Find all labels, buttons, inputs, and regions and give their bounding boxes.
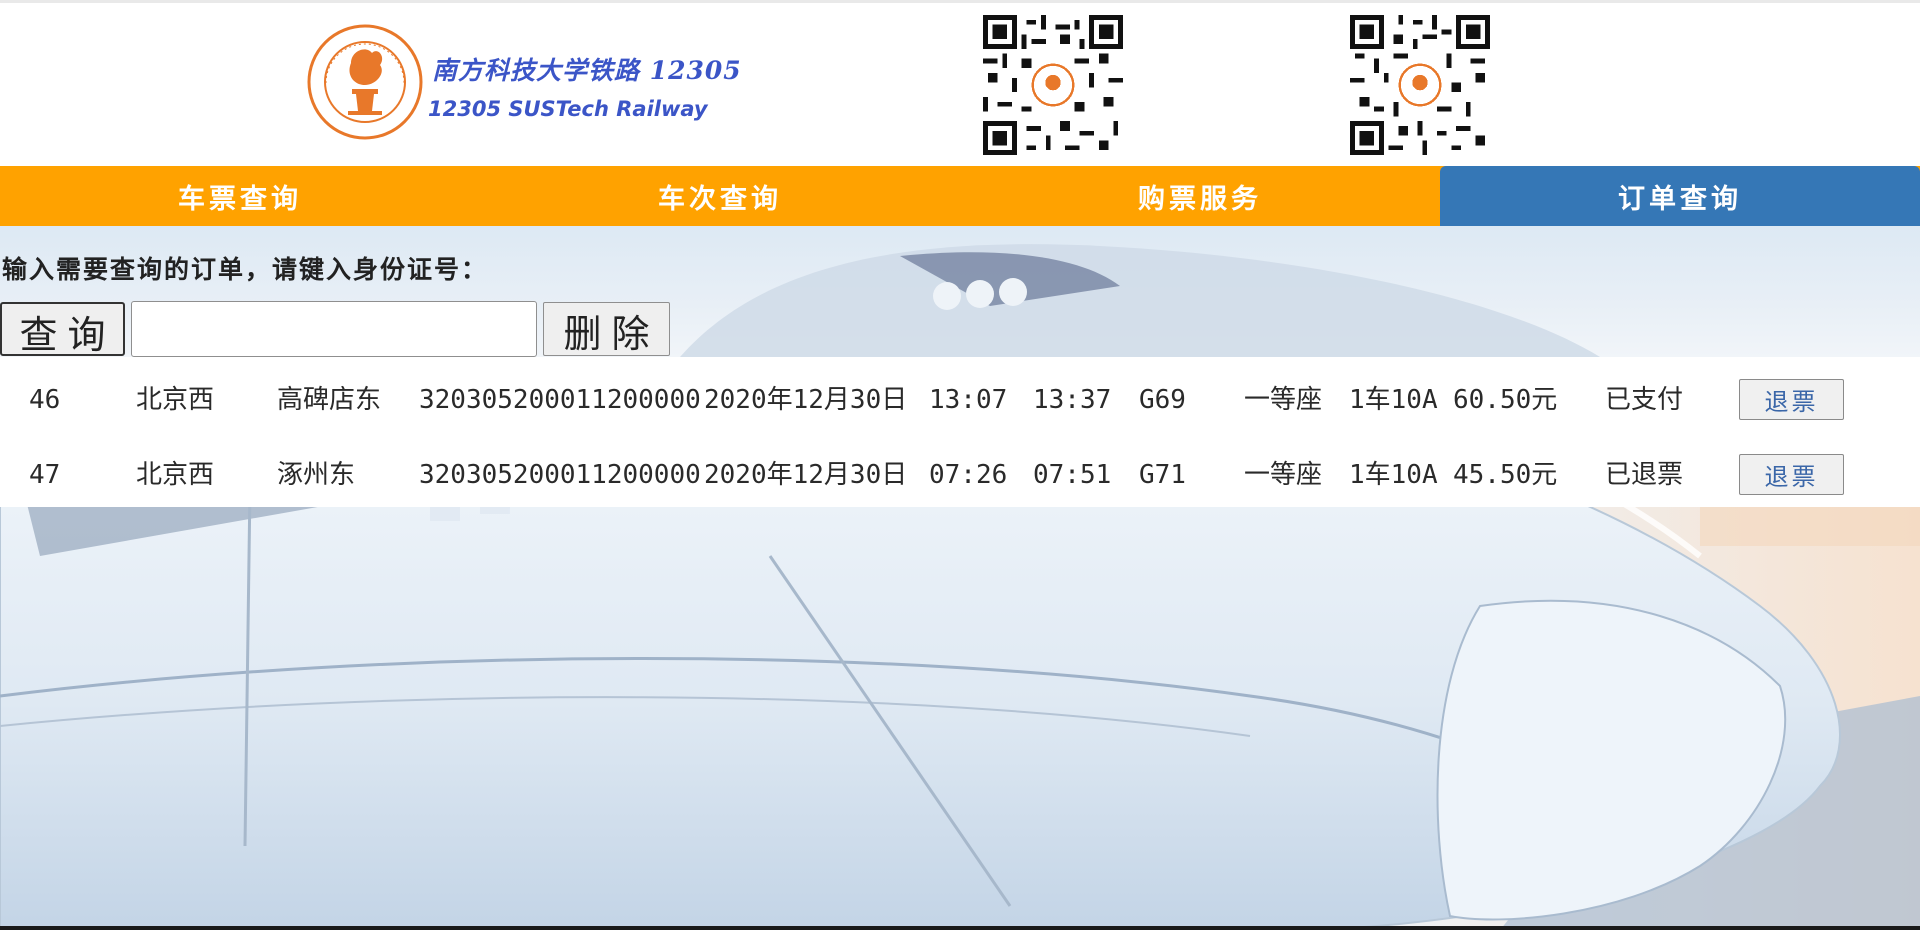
depart-time: 07:26	[929, 460, 1008, 490]
university-seal-icon	[307, 24, 423, 140]
travel-date: 2020年12月30日	[704, 385, 908, 415]
travel-date: 2020年12月30日	[704, 460, 908, 490]
seat-class: 一等座	[1244, 460, 1323, 490]
ticket-price: 60.50元	[1453, 385, 1558, 415]
table-row: 46 北京西 高碑店东 320305200011200000 2020年12月3…	[0, 370, 1920, 430]
nav-purchase-service[interactable]: 购票服务	[960, 166, 1440, 226]
seat-number: 1车10A	[1349, 385, 1438, 415]
order-status: 已支付	[1605, 385, 1684, 415]
passenger-id-number: 320305200011200000	[419, 385, 701, 415]
nav-ticket-query[interactable]: 车票查询	[0, 166, 480, 226]
query-prompt: 输入需要查询的订单，请键入身份证号：	[2, 255, 489, 284]
to-station: 涿州东	[277, 460, 356, 490]
train-number: G69	[1139, 385, 1186, 415]
order-id: 47	[29, 460, 61, 490]
seat-number: 1车10A	[1349, 460, 1438, 490]
qr-code-icon	[983, 15, 1123, 155]
id-number-input[interactable]	[131, 301, 537, 357]
to-station: 高碑店东	[277, 385, 382, 415]
nav-order-query[interactable]: 订单查询	[1440, 166, 1920, 226]
table-row: 47 北京西 涿州东 320305200011200000 2020年12月30…	[0, 445, 1920, 505]
depart-time: 13:07	[929, 385, 1008, 415]
train-number: G71	[1139, 460, 1186, 490]
seat-class: 一等座	[1244, 385, 1323, 415]
site-logo[interactable]: 南方科技大学铁路 12305 12305 SUSTech Railway	[306, 21, 741, 141]
delete-button[interactable]: 删除	[543, 302, 670, 356]
logo-english-text: 12305 SUSTech Railway	[428, 97, 708, 121]
search-button[interactable]: 查询	[0, 302, 125, 357]
arrive-time: 07:51	[1033, 460, 1112, 490]
window-bottom-edge	[0, 926, 1920, 930]
order-status: 已退票	[1605, 460, 1684, 490]
refund-button[interactable]: 退票	[1739, 454, 1844, 495]
from-station: 北京西	[136, 385, 215, 415]
order-results-table: 46 北京西 高碑店东 320305200011200000 2020年12月3…	[0, 357, 1920, 507]
ticket-price: 45.50元	[1453, 460, 1558, 490]
qr-code-icon	[1350, 15, 1490, 155]
refund-button[interactable]: 退票	[1739, 379, 1844, 420]
logo-chinese-text: 南方科技大学铁路 12305	[432, 56, 742, 85]
main-navigation: 车票查询 车次查询 购票服务 订单查询	[0, 166, 1920, 226]
from-station: 北京西	[136, 460, 215, 490]
site-header: 南方科技大学铁路 12305 12305 SUSTech Railway	[0, 0, 1920, 166]
nav-train-query[interactable]: 车次查询	[480, 166, 960, 226]
arrive-time: 13:37	[1033, 385, 1112, 415]
order-id: 46	[29, 385, 61, 415]
passenger-id-number: 320305200011200000	[419, 460, 701, 490]
